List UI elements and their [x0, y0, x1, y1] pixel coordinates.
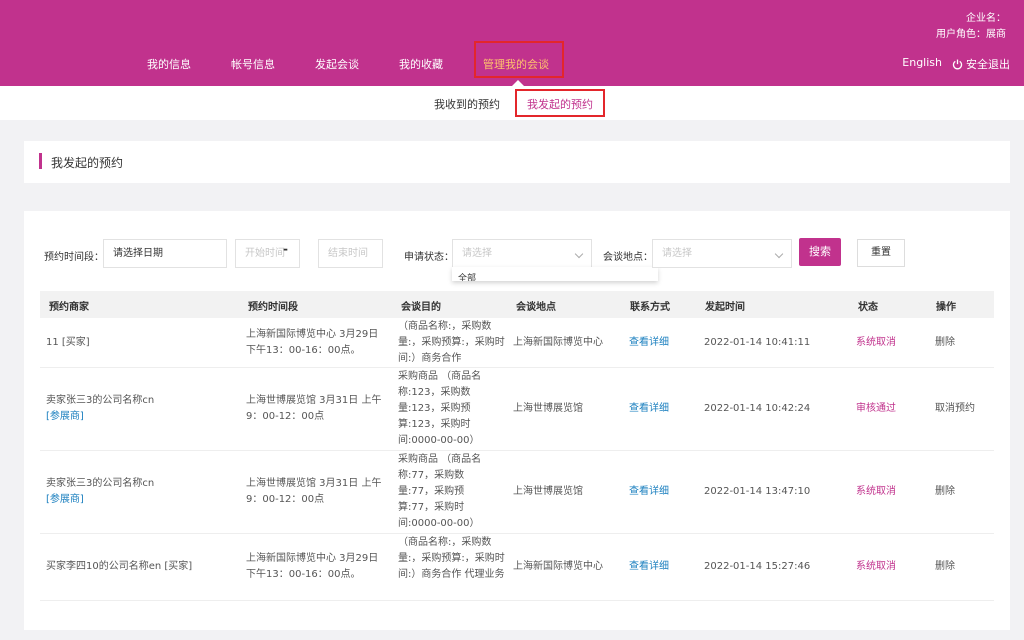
merchant-cell: 11 [买家]: [46, 337, 90, 348]
language-switch[interactable]: English: [902, 56, 942, 69]
cancel-appointment-action[interactable]: 取消预约: [935, 401, 975, 417]
merchant-name: 卖家张三3的公司名称cn: [46, 395, 155, 406]
power-icon: [952, 59, 963, 69]
end-time-input[interactable]: 结束时间: [318, 239, 383, 268]
status-label: 申请状态：: [404, 252, 454, 263]
tab-received-appointments[interactable]: 我收到的预约: [434, 96, 500, 112]
status-badge: 系统取消: [856, 561, 896, 572]
period-cell: 上海新国际博览中心 3月29日下午13：00-16：00点。: [246, 553, 379, 580]
table-row: 买家李四10的公司名称en [买家] 上海新国际博览中心 3月29日下午13：0…: [40, 534, 994, 601]
column-header: 预约商家: [49, 302, 89, 313]
merchant-name: 卖家张三3的公司名称cn: [46, 478, 155, 489]
start-time-input[interactable]: 开始时间: [235, 239, 300, 268]
column-header: 操作: [936, 302, 956, 313]
section-header: 我发起的预约: [24, 141, 1010, 183]
logout-label: 安全退出: [966, 58, 1010, 71]
merchant-tag: [参展商]: [46, 494, 84, 505]
status-dropdown-menu[interactable]: 全部: [452, 267, 658, 281]
period-label: 预约时间段：: [44, 252, 104, 263]
table-header: 预约商家 预约时间段 会谈目的 会谈地点 联系方式 发起时间 状态 操作: [40, 291, 994, 318]
location-cell: 上海世博展览馆: [513, 403, 583, 414]
column-header: 会谈地点: [516, 302, 556, 313]
status-select-value: 请选择: [462, 248, 492, 259]
time-cell: 2022-01-14 10:42:24: [704, 403, 811, 414]
time-cell: 2022-01-14 13:47:10: [704, 486, 811, 497]
column-header: 联系方式: [630, 302, 670, 313]
merchant-cell: 买家李四10的公司名称en [买家]: [46, 561, 193, 572]
period-cell: 上海世博展览馆 3月31日 上午9：00-12：00点: [246, 478, 382, 505]
status-badge: 系统取消: [856, 486, 896, 497]
purpose-cell: 采购商品 （商品名称:123，采购数量:123，采购预算:123，采购时间:00…: [398, 371, 482, 446]
delete-action[interactable]: 删除: [935, 335, 955, 351]
column-header: 预约时间段: [248, 302, 298, 313]
period-cell: 上海新国际博览中心 3月29日下午13：00-16：00点。: [246, 329, 379, 356]
period-cell: 上海世博展览馆 3月31日 上午9：00-12：00点: [246, 395, 382, 422]
dropdown-option-all[interactable]: 全部: [458, 271, 476, 281]
location-cell: 上海新国际博览中心: [513, 337, 603, 348]
table-row: 卖家张三3的公司名称cn [参展商] 上海世博展览馆 3月31日 上午9：00-…: [40, 451, 994, 534]
purpose-cell: 采购商品 （商品名称:77，采购数量:77，采购预算:77，采购时间:0000-…: [398, 454, 482, 529]
merchant-cell: 卖家张三3的公司名称cn [参展商]: [46, 393, 226, 425]
nav-start-meeting[interactable]: 发起会谈: [315, 56, 359, 72]
location-label: 会谈地点：: [603, 252, 653, 263]
chevron-down-icon: [774, 249, 784, 259]
nav-my-favorites[interactable]: 我的收藏: [399, 56, 443, 72]
table-row: 11 [买家] 上海新国际博览中心 3月29日下午13：00-16：00点。 （…: [40, 318, 994, 368]
column-header: 发起时间: [705, 302, 745, 313]
purpose-cell: （商品名称:，采购数量:，采购预算:，采购时间:）商务合作: [398, 321, 505, 364]
section-title: 我发起的预约: [51, 156, 124, 170]
column-header: 状态: [858, 302, 878, 313]
merchant-tag: [参展商]: [46, 411, 84, 422]
nav-account-info[interactable]: 帐号信息: [231, 56, 275, 72]
location-cell: 上海新国际博览中心: [513, 561, 603, 572]
contact-detail-link[interactable]: 查看详细: [629, 401, 669, 417]
status-badge: 审核通过: [856, 403, 896, 414]
subnav-highlight-box: [515, 89, 605, 117]
logout-button[interactable]: 安全退出: [952, 56, 1010, 72]
delete-action[interactable]: 删除: [935, 484, 955, 500]
user-role-label: 用户角色：展商: [936, 29, 1006, 40]
delete-action[interactable]: 删除: [935, 559, 955, 575]
column-header: 会谈目的: [401, 302, 441, 313]
location-cell: 上海世博展览馆: [513, 486, 583, 497]
contact-detail-link[interactable]: 查看详细: [629, 335, 669, 351]
company-info: 企业名： 用户角色：展商: [936, 11, 1006, 43]
status-select[interactable]: 请选择: [452, 239, 592, 268]
sub-nav: 我收到的预约 我发起的预约: [0, 86, 1024, 120]
contact-detail-link[interactable]: 查看详细: [629, 559, 669, 575]
contact-detail-link[interactable]: 查看详细: [629, 484, 669, 500]
nav-highlight-box: [474, 41, 564, 78]
date-select[interactable]: 请选择日期: [103, 239, 227, 268]
chevron-down-icon: [574, 249, 584, 259]
range-dash: -: [283, 242, 288, 256]
time-cell: 2022-01-14 15:27:46: [704, 561, 811, 572]
search-button[interactable]: 搜索: [799, 238, 841, 266]
location-select[interactable]: 请选择: [652, 239, 792, 268]
time-cell: 2022-01-14 10:41:11: [704, 337, 811, 348]
purpose-cell: （商品名称:，采购数量:，采购预算:，采购时间:）商务合作 代理业务: [398, 537, 505, 580]
section-accent-bar: [39, 153, 42, 169]
company-name-label: 企业名：: [966, 13, 1006, 24]
status-badge: 系统取消: [856, 337, 896, 348]
location-select-value: 请选择: [662, 248, 692, 259]
merchant-cell: 卖家张三3的公司名称cn [参展商]: [46, 476, 226, 508]
reset-button[interactable]: 重置: [857, 239, 905, 267]
nav-my-info[interactable]: 我的信息: [147, 56, 191, 72]
table-row: 卖家张三3的公司名称cn [参展商] 上海世博展览馆 3月31日 上午9：00-…: [40, 368, 994, 451]
